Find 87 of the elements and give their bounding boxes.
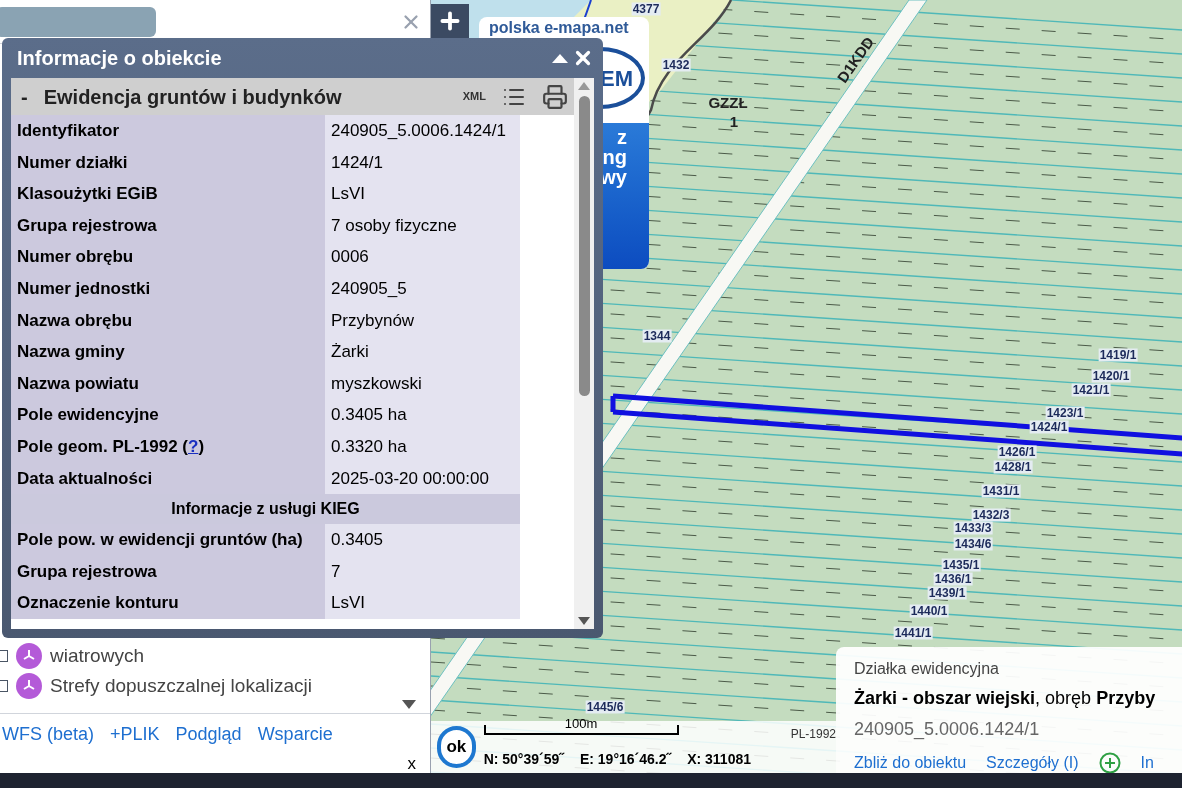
footer-link[interactable]: Wsparcie (257, 721, 333, 748)
table-cell: Data aktualności (11, 462, 325, 495)
map-label: 1440/1 (909, 604, 949, 618)
table-cell-text: 0006 (330, 246, 370, 269)
map-label: 1424/1 (1029, 420, 1069, 434)
map-label: 1432/3 (971, 508, 1011, 522)
table-cell-text: 2025-03-20 00:00:00 (330, 467, 490, 490)
map-label: 1436/1 (933, 572, 973, 586)
info-card-heading: Działka ewidencyjna (854, 659, 1000, 679)
table-cell-text: Żarki (330, 341, 370, 364)
info-card-link[interactable]: Zbliż do obiektu (854, 751, 967, 773)
collapse-icon[interactable] (552, 53, 568, 63)
add-button[interactable] (431, 4, 469, 38)
crs-label: PL-1992 (790, 725, 836, 743)
table-cell: Nazwa gminy (11, 336, 325, 368)
info-card-link[interactable]: Szczegóły (I) (986, 751, 1079, 773)
info-card-location: Żarki - obszar wiejski, obręb Przyby (854, 687, 1157, 710)
map-label: 1344 (642, 329, 672, 343)
map-label: 1420/1 (1091, 369, 1131, 383)
map-label: 1445/6 (585, 700, 625, 714)
parcel-id: 240905_5.0006.1424/1 (854, 718, 1041, 742)
map-label: 1428/1 (993, 460, 1033, 474)
dialog-title: Informacje o obiekcie (17, 46, 223, 71)
table-cell: Pole pow. w ewidencji gruntów (ha) (11, 524, 325, 556)
layer-label: wiatrowych (50, 644, 144, 668)
layer-label: Strefy dopuszczalnej lokalizacji (50, 674, 312, 698)
table-section-heading: Informacje z usługi KIEG (11, 494, 520, 525)
print-icon[interactable] (542, 83, 568, 110)
table-cell: Oznaczenie konturu (11, 587, 325, 619)
map-label: 1 (729, 111, 739, 132)
map-label: 1439/1 (927, 586, 967, 600)
scale-label: 100m (564, 718, 598, 733)
table-cell-text: 7 (330, 560, 342, 583)
table-cell: Grupa rejestrowa (11, 209, 325, 242)
table-cell-text: 240905_5.0006.1424/1 (330, 120, 507, 142)
coordinate-readout: X: 311081 (687, 749, 751, 769)
section-header[interactable]: - Ewidencja gruntów i budynków XML (11, 78, 574, 115)
ad-site-name: polska e-mapa.net (488, 18, 630, 37)
table-cell: Nazwa obrębu (11, 304, 325, 337)
footer-link[interactable]: WFS (beta) (2, 721, 94, 748)
table-cell: Nazwa powiatu (11, 367, 325, 400)
table-cell-text: Przybynów (330, 309, 416, 332)
map-label: 1432 (661, 58, 691, 72)
table-cell-text: LsVI (330, 183, 367, 206)
map-label: 1423/1 (1045, 406, 1085, 420)
section-title: Ewidencja gruntów i budynków (43, 84, 343, 110)
table-cell-text: 0.3320 ha (330, 435, 408, 458)
table-cell: Klasoużytki EGiB (11, 178, 325, 210)
table-cell: Pole geom. PL-1992 (?) (11, 430, 325, 463)
close-button[interactable]: x (407, 754, 416, 774)
map-label: GZZŁ (708, 92, 748, 113)
ok-button[interactable]: ok (437, 726, 476, 768)
coordinate-readout: E: 19°16´46.2˝ (579, 749, 672, 769)
info-card-link[interactable]: In (1140, 751, 1154, 773)
footer-link[interactable]: +PLIK (110, 721, 160, 748)
ad-banner-text: z (617, 127, 627, 147)
table-cell-text: 0.3405 (330, 529, 384, 552)
scroll-down-icon[interactable] (402, 700, 416, 709)
table-cell-text: LsVI (330, 592, 367, 615)
wind-turbine-icon (16, 673, 42, 699)
map-label: 1435/1 (941, 558, 981, 572)
map-label: 4377 (631, 2, 661, 16)
map-label: 1426/1 (997, 445, 1037, 459)
table-cell: Numer działki (11, 146, 325, 179)
table-cell-text: 1424/1 (330, 151, 384, 174)
section-toggle[interactable]: - (21, 81, 28, 112)
map-label: 1433/3 (953, 521, 993, 535)
wind-turbine-icon (16, 643, 42, 669)
map-label: 1419/1 (1098, 348, 1138, 362)
table-cell-text: myszkowski (330, 372, 423, 395)
map-label: 1431/1 (981, 484, 1021, 498)
coordinate-readout: N: 50°39´59˝ (483, 749, 564, 769)
table-cell: Identyfikator (11, 115, 325, 147)
xml-button[interactable]: XML (462, 88, 486, 105)
table-cell: Pole ewidencyjne (11, 399, 325, 431)
map-label: 1441/1 (893, 626, 933, 640)
help-link[interactable]: ? (188, 436, 199, 456)
map-label: 1434/6 (953, 537, 993, 551)
table-cell-text: 7 osoby fizyczne (330, 214, 458, 237)
map-label: 1421/1 (1071, 383, 1111, 397)
table-cell-text: 0.3405 ha (330, 404, 408, 427)
table-cell: Numer obrębu (11, 241, 325, 273)
footer-link[interactable]: Podgląd (175, 721, 242, 748)
table-cell: Grupa rejestrowa (11, 555, 325, 588)
table-cell-text: 240905_5 (330, 277, 408, 300)
table-cell: Numer jednostki (11, 272, 325, 305)
ad-banner-text: ng (602, 147, 627, 167)
